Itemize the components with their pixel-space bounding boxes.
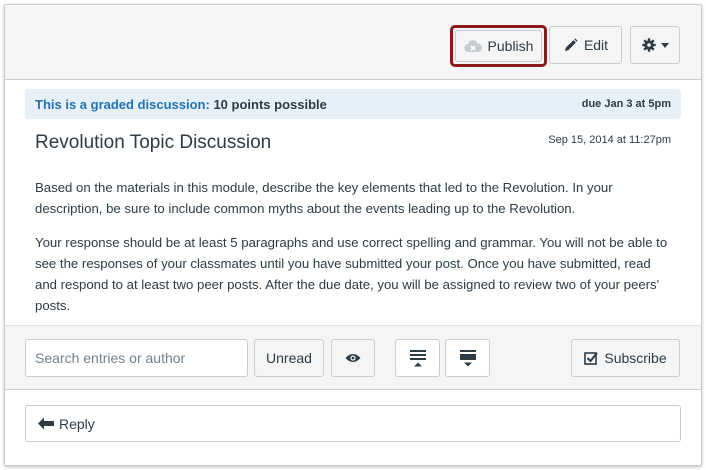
publish-label: Publish xyxy=(487,38,534,54)
graded-label: This is a graded discussion: xyxy=(35,96,210,112)
reply-label: Reply xyxy=(59,415,95,432)
expand-all-button[interactable] xyxy=(395,339,440,377)
unread-button[interactable]: Unread xyxy=(254,339,324,377)
checkbox-checked-icon xyxy=(584,351,599,365)
gear-icon xyxy=(641,38,656,52)
edit-label: Edit xyxy=(583,37,609,53)
graded-discussion-banner: This is a graded discussion: 10 points p… xyxy=(25,89,681,119)
expand-icon xyxy=(409,349,426,367)
cloud-unpublished-icon xyxy=(463,39,482,53)
due-date: due Jan 3 at 5pm xyxy=(581,98,671,110)
subscribe-button[interactable]: Subscribe xyxy=(571,339,680,377)
collapse-icon xyxy=(459,349,476,367)
edit-button[interactable]: Edit xyxy=(549,26,622,64)
pencil-icon xyxy=(563,37,578,53)
points-possible: 10 points possible xyxy=(213,96,327,112)
unread-label: Unread xyxy=(266,350,312,366)
collapse-all-button[interactable] xyxy=(445,339,490,377)
discussion-paragraph-1: Based on the materials in this module, d… xyxy=(35,180,613,216)
show-hide-button[interactable] xyxy=(331,339,375,377)
discussion-paragraph-2: Your response should be at least 5 parag… xyxy=(35,235,668,313)
subscribe-label: Subscribe xyxy=(604,350,667,366)
settings-menu-button[interactable] xyxy=(630,26,680,64)
eye-icon xyxy=(345,353,361,363)
caret-down-icon xyxy=(660,42,669,48)
discussion-title: Revolution Topic Discussion xyxy=(35,132,272,153)
reply-button[interactable]: Reply xyxy=(25,405,681,442)
discussion-panel: Publish Edit This is a graded discussion… xyxy=(4,4,702,466)
publish-button[interactable]: Publish xyxy=(455,30,542,62)
posted-date: Sep 15, 2014 at 11:27pm xyxy=(548,134,671,146)
search-input[interactable] xyxy=(25,339,248,377)
reply-arrow-icon xyxy=(38,417,54,430)
